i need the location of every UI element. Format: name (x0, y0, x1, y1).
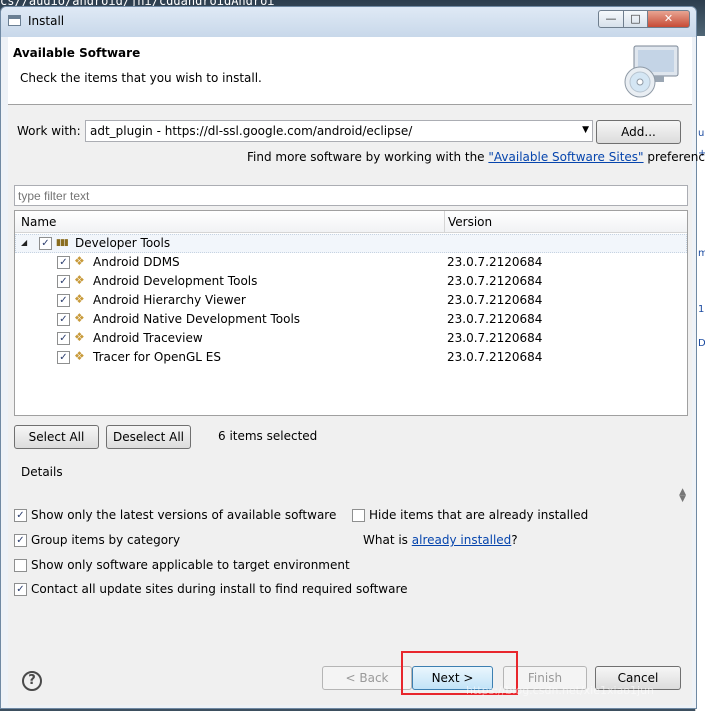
column-version[interactable]: Version (448, 215, 492, 229)
item-version: 23.0.7.2120684 (447, 331, 543, 345)
page-title: Available Software (13, 46, 141, 60)
item-name: Tracer for OpenGL ES (93, 350, 221, 364)
item-version: 23.0.7.2120684 (447, 255, 543, 269)
page-subtitle: Check the items that you wish to install… (20, 71, 262, 85)
item-checkbox[interactable]: ✓ (57, 294, 70, 307)
feature-plugin-icon: ❖ (74, 349, 85, 363)
feature-plugin-icon: ❖ (74, 292, 85, 306)
contact-sites-label: Contact all update sites during install … (31, 582, 408, 596)
back-button[interactable]: < Back (322, 666, 412, 690)
item-version: 23.0.7.2120684 (447, 312, 543, 326)
category-icon: ▮▮▮ (56, 238, 69, 248)
category-label: Developer Tools (75, 236, 171, 250)
dialog-body: Available Software Check the items that … (8, 37, 705, 705)
feature-plugin-icon: ❖ (74, 273, 85, 287)
filter-input[interactable] (14, 185, 688, 206)
item-checkbox[interactable]: ✓ (57, 313, 70, 326)
title-bar[interactable]: Install — □ ✕ (1, 7, 696, 37)
deselect-all-button[interactable]: Deselect All (106, 425, 191, 449)
software-cd-icon (624, 45, 679, 98)
software-tree: Name Version ◢ ✓ ▮▮▮ Developer Tools ✓ ❖… (14, 210, 688, 416)
background-glyph: D (698, 338, 705, 349)
tree-category-row[interactable]: ◢ ✓ ▮▮▮ Developer Tools (15, 234, 687, 253)
feature-plugin-icon: ❖ (74, 311, 85, 325)
tree-item-row[interactable]: ✓ ❖ Android Traceview 23.0.7.2120684 (15, 329, 687, 348)
wizard-header: Available Software Check the items that … (8, 37, 692, 105)
already-installed-link[interactable]: already installed (412, 533, 512, 547)
group-by-category-label: Group items by category (31, 533, 181, 547)
latest-only-checkbox[interactable]: ✓ (14, 509, 27, 522)
what-is-suffix: ? (511, 533, 518, 547)
install-dialog: Install — □ ✕ Available Software Check t… (0, 6, 705, 709)
details-scroll-icon[interactable]: ▲ ▼ (679, 488, 686, 504)
item-version: 23.0.7.2120684 (447, 274, 543, 288)
column-divider (444, 211, 445, 233)
expand-collapse-icon[interactable]: ◢ (21, 238, 27, 247)
window-title: Install (28, 14, 65, 28)
window-icon (8, 15, 21, 26)
item-name: Android Traceview (93, 331, 203, 345)
column-name[interactable]: Name (21, 215, 56, 229)
item-checkbox[interactable]: ✓ (57, 351, 70, 364)
hide-installed-label: Hide items that are already installed (369, 508, 589, 522)
item-version: 23.0.7.2120684 (447, 350, 543, 364)
what-is-prefix: What is (363, 533, 412, 547)
what-is-installed-text: What is already installed? (363, 533, 518, 547)
background-glyph: 1 (698, 304, 705, 315)
item-name: Android Native Development Tools (93, 312, 301, 326)
target-env-checkbox[interactable] (14, 559, 27, 572)
item-checkbox[interactable]: ✓ (57, 332, 70, 345)
selection-count: 6 items selected (218, 429, 318, 443)
maximize-button[interactable]: □ (623, 10, 648, 28)
find-more-prefix: Find more software by working with the (247, 150, 489, 164)
background-glyph: m (698, 248, 705, 259)
close-button[interactable]: ✕ (647, 10, 690, 28)
background-glyph: u (698, 128, 705, 139)
watermark: https://blog.csdn.net/xie1xiao1jun (466, 684, 655, 697)
hide-installed-checkbox[interactable] (352, 509, 365, 522)
tree-item-row[interactable]: ✓ ❖ Android Development Tools 23.0.7.212… (15, 272, 687, 291)
available-sites-link[interactable]: "Available Software Sites" (488, 150, 643, 164)
work-with-label: Work with: (17, 124, 81, 138)
contact-sites-checkbox[interactable]: ✓ (14, 583, 27, 596)
find-more-text: Find more software by working with the "… (247, 150, 705, 164)
tree-item-row[interactable]: ✓ ❖ Tracer for OpenGL ES 23.0.7.2120684 (15, 348, 687, 367)
group-by-category-checkbox[interactable]: ✓ (14, 534, 27, 547)
work-with-combo[interactable]: adt_plugin - https://dl-ssl.google.com/a… (85, 120, 593, 142)
work-with-value: adt_plugin - https://dl-ssl.google.com/a… (90, 124, 413, 138)
tree-item-row[interactable]: ✓ ❖ Android DDMS 23.0.7.2120684 (15, 253, 687, 272)
add-button[interactable]: Add... (596, 120, 681, 144)
item-name: Android Development Tools (93, 274, 258, 288)
details-label: Details (21, 465, 63, 479)
item-name: Android DDMS (93, 255, 180, 269)
category-checkbox[interactable]: ✓ (39, 237, 52, 250)
item-checkbox[interactable]: ✓ (57, 275, 70, 288)
tree-header: Name Version (15, 211, 687, 233)
item-name: Android Hierarchy Viewer (93, 293, 246, 307)
item-checkbox[interactable]: ✓ (57, 256, 70, 269)
help-icon[interactable]: ? (22, 671, 42, 691)
select-all-button[interactable]: Select All (14, 425, 99, 449)
find-more-suffix: preferences. (647, 150, 705, 164)
target-env-label: Show only software applicable to target … (31, 558, 350, 572)
tree-item-row[interactable]: ✓ ❖ Android Hierarchy Viewer 23.0.7.2120… (15, 291, 687, 310)
feature-plugin-icon: ❖ (74, 330, 85, 344)
latest-only-label: Show only the latest versions of availab… (31, 508, 337, 522)
feature-plugin-icon: ❖ (74, 254, 85, 268)
minimize-button[interactable]: — (598, 10, 624, 28)
tree-item-row[interactable]: ✓ ❖ Android Native Development Tools 23.… (15, 310, 687, 329)
item-version: 23.0.7.2120684 (447, 293, 543, 307)
chevron-down-icon[interactable]: ▼ (582, 125, 589, 135)
